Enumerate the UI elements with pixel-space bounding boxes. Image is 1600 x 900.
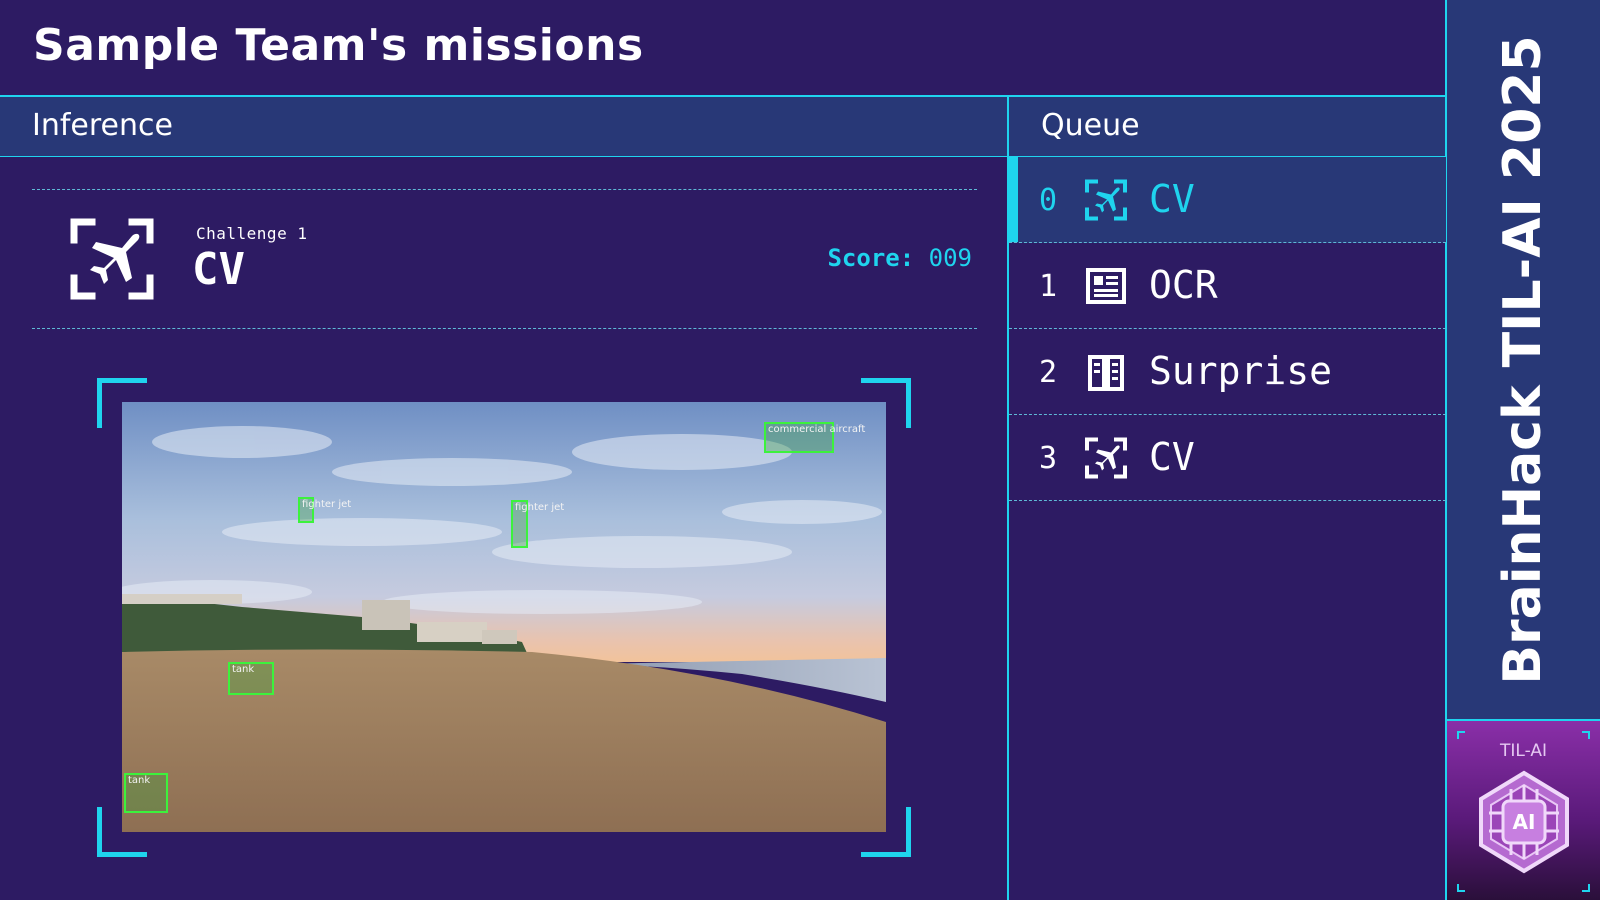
queue-item[interactable]: 1 OCR — [1009, 243, 1446, 329]
inference-section-title: Inference — [0, 97, 1008, 157]
event-logo: TIL-AI AI — [1447, 721, 1600, 900]
newspaper-icon — [1085, 265, 1127, 307]
detection-box: commercial aircraft — [764, 422, 865, 453]
page-title: Sample Team's missions — [33, 20, 644, 71]
event-title: BrainHack TIL-AI 2025 — [1493, 35, 1553, 685]
detection-box: fighter jet — [511, 500, 564, 548]
queue-item[interactable]: 3 CV — [1009, 415, 1446, 501]
detection-box: fighter jet — [298, 497, 351, 523]
challenge-name: CV — [192, 244, 245, 295]
beach-scene — [122, 402, 886, 832]
challenge-number: Challenge 1 — [196, 224, 308, 243]
logo-corner — [1457, 731, 1465, 739]
detection-label: tank — [232, 664, 255, 675]
queue-item-label: CV — [1149, 435, 1195, 479]
detection-label: fighter jet — [515, 502, 565, 513]
queue-item[interactable]: 0 CV — [1009, 157, 1446, 243]
queue-section-title: Queue — [1009, 97, 1446, 157]
challenge-card-top-divider — [32, 189, 977, 190]
queue-item-label: CV — [1149, 177, 1195, 221]
score-value: 009 — [928, 244, 972, 272]
queue-item-index: 3 — [1039, 441, 1058, 476]
book-icon — [1085, 351, 1127, 393]
logo-corner — [1582, 884, 1590, 892]
queue-item-label: OCR — [1149, 263, 1218, 307]
logo-corner — [1582, 731, 1590, 739]
queue-item-index: 0 — [1039, 183, 1058, 218]
queue-item-label: Surprise — [1149, 349, 1333, 393]
inference-image: commercial aircraft fighter jet fighter … — [122, 402, 886, 832]
airplane-scan-icon — [1085, 437, 1127, 479]
challenge-card-bottom-divider — [32, 328, 977, 329]
detection-label: fighter jet — [302, 499, 352, 510]
detection-label: tank — [128, 775, 151, 786]
queue-item-index: 2 — [1039, 355, 1058, 390]
score-label: Score: — [827, 244, 915, 272]
queue-item[interactable]: 2 Surprise — [1009, 329, 1446, 415]
logo-corner — [1457, 884, 1465, 892]
logo-text: TIL-AI — [1500, 741, 1547, 761]
airplane-scan-icon — [70, 218, 154, 300]
score-display: Score: 009 — [827, 244, 972, 272]
detection-box: tank — [228, 662, 274, 695]
queue-item-index: 1 — [1039, 269, 1058, 304]
logo-badge-text: AI — [1513, 810, 1536, 834]
detection-box: tank — [124, 773, 168, 813]
detection-label: commercial aircraft — [768, 424, 866, 435]
airplane-scan-icon — [1085, 179, 1127, 221]
chip-badge-icon: AI — [1479, 770, 1569, 874]
